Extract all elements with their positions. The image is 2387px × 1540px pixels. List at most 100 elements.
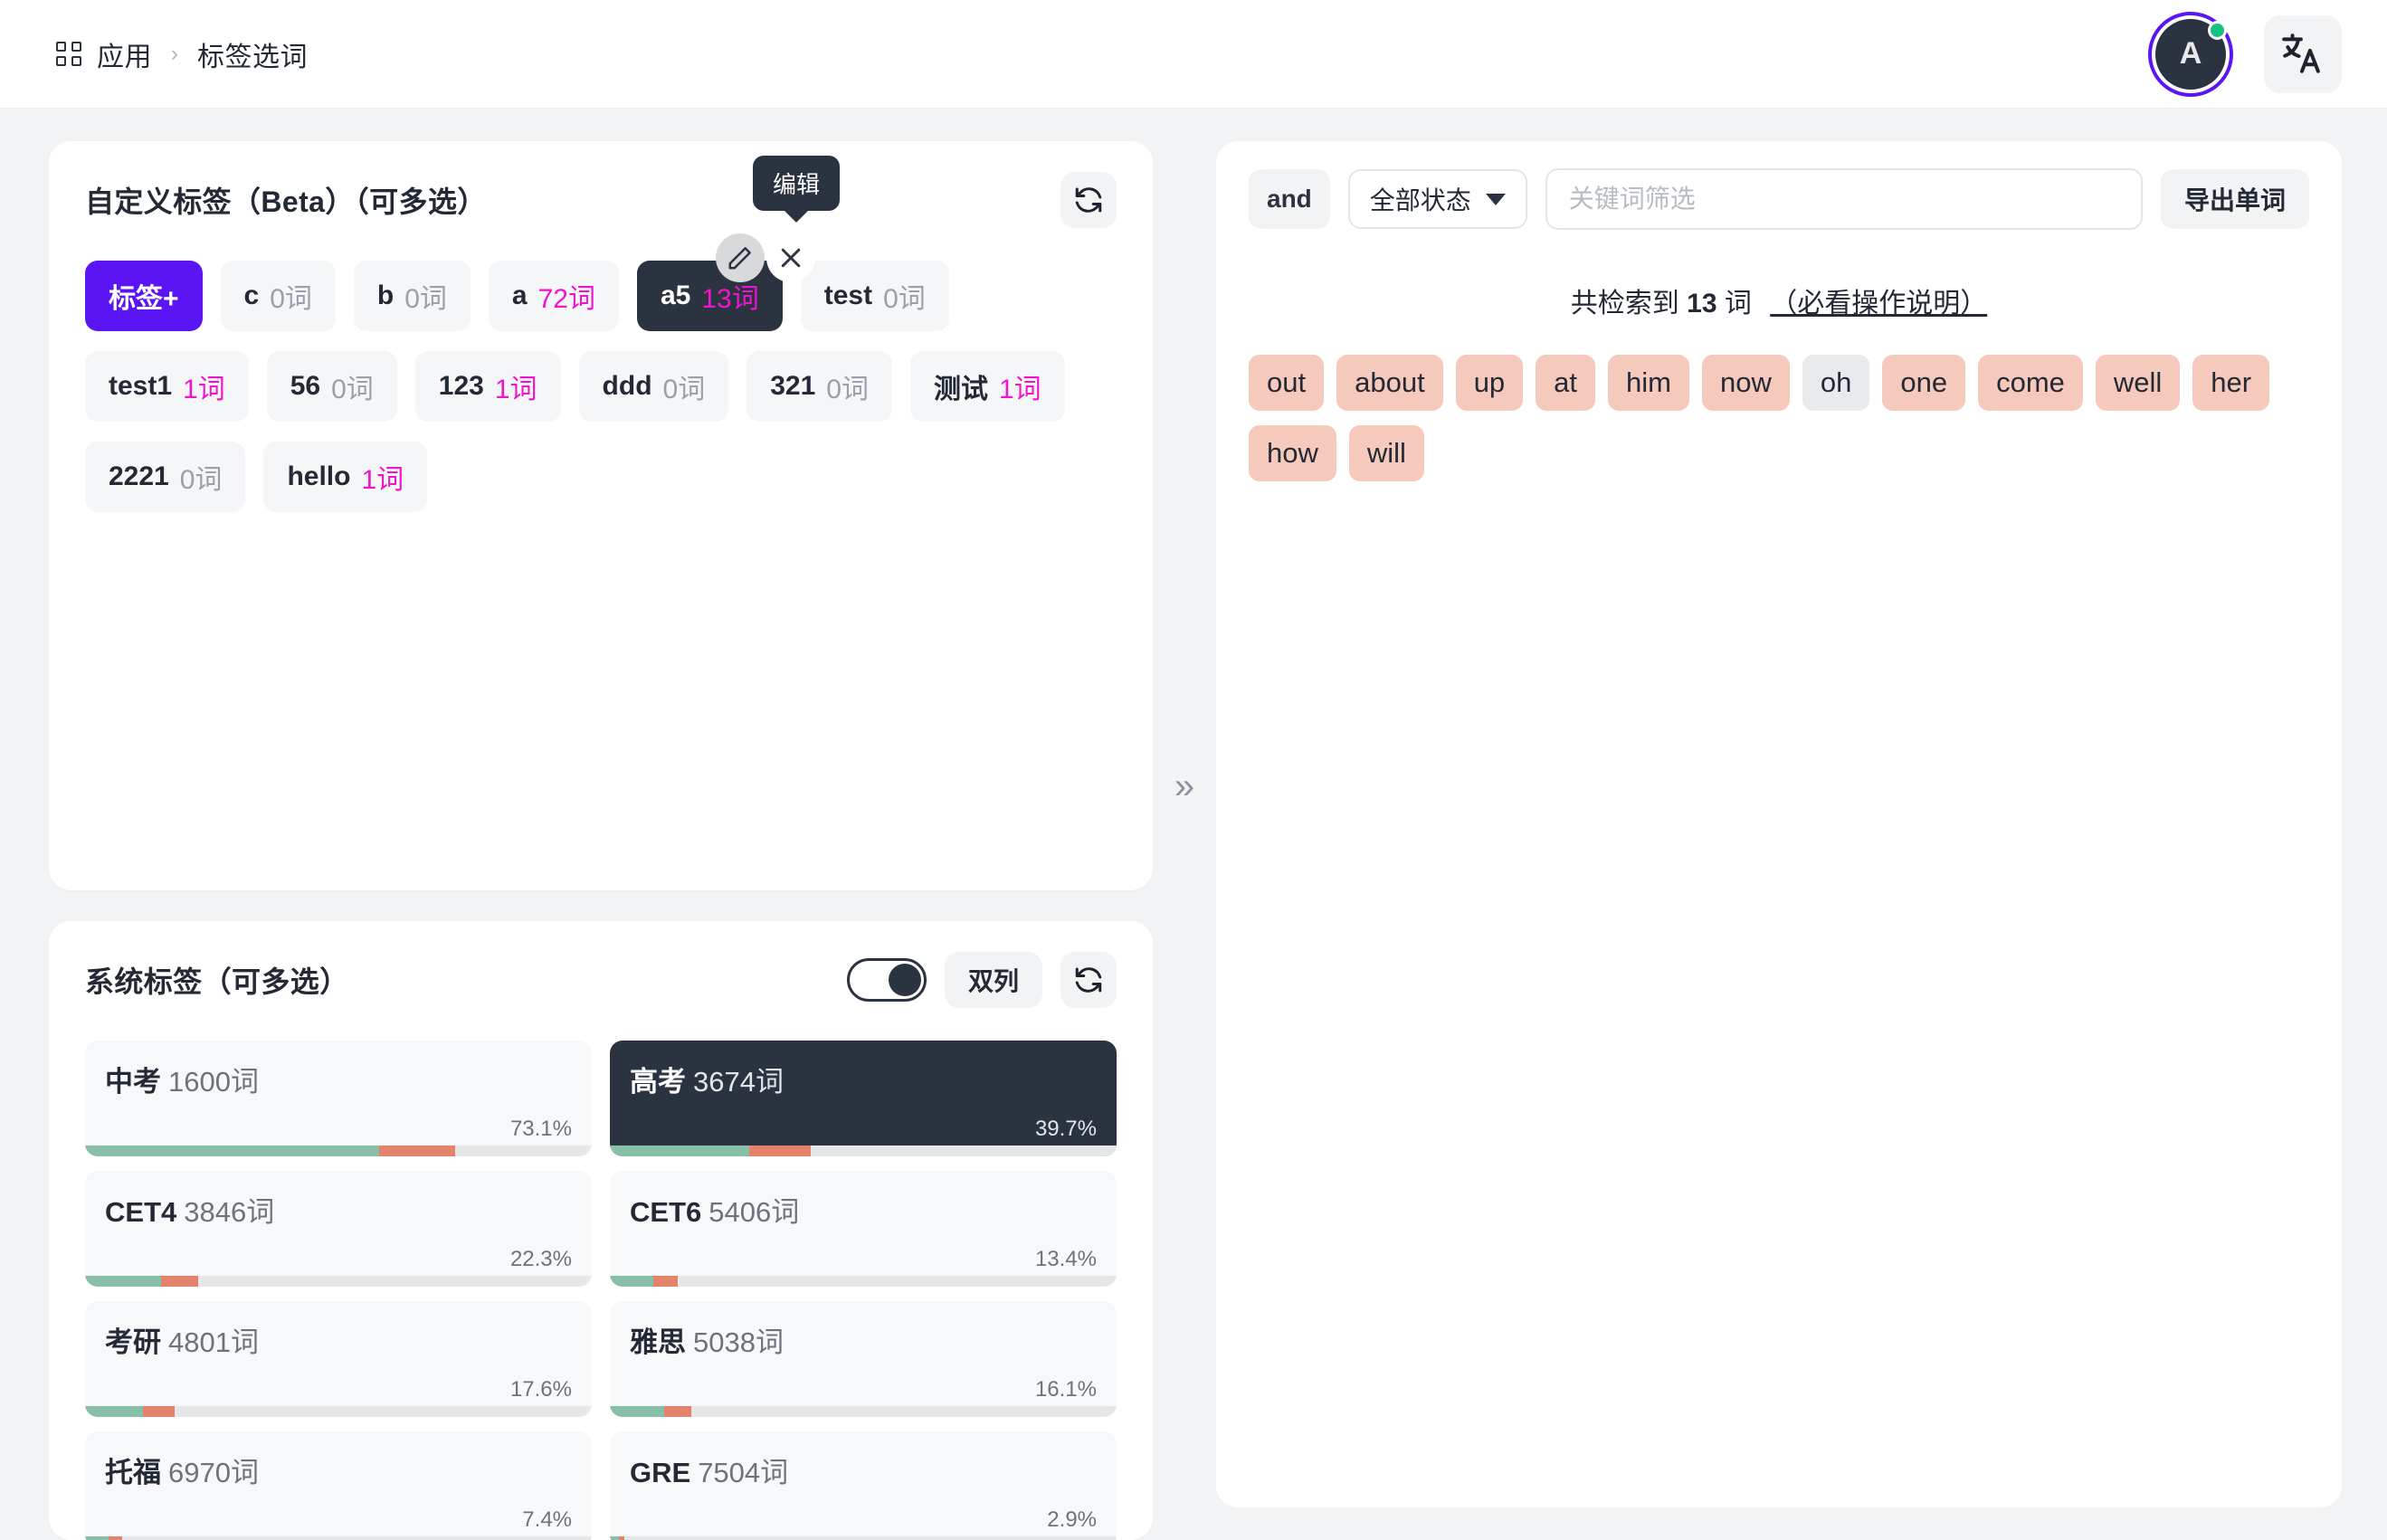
custom-tag-56[interactable]: 56 0词 bbox=[266, 351, 397, 422]
custom-tag-a[interactable]: a 72词 bbox=[488, 261, 619, 331]
word-chip[interactable]: well bbox=[2095, 355, 2181, 411]
word-chip[interactable]: at bbox=[1536, 355, 1596, 411]
dual-column-toggle[interactable] bbox=[846, 958, 927, 1002]
delete-tag-button[interactable] bbox=[766, 233, 815, 282]
system-tag-CET6[interactable]: CET6 5406词 13.4% bbox=[610, 1171, 1117, 1287]
system-tag-progress-bar bbox=[610, 1536, 1117, 1540]
custom-tag-count: 1词 bbox=[998, 375, 1041, 404]
word-chip[interactable]: now bbox=[1701, 355, 1790, 411]
word-chip[interactable]: come bbox=[1978, 355, 2083, 411]
grid-icon[interactable] bbox=[56, 41, 81, 67]
result-prefix: 共检索到 bbox=[1570, 289, 1679, 318]
progress-segment-learning bbox=[143, 1406, 175, 1417]
result-summary: 共检索到 13 词 （必看操作说明） bbox=[1249, 280, 2309, 320]
system-tag-托福[interactable]: 托福 6970词 7.4% bbox=[85, 1431, 592, 1540]
results-panel: and 全部状态 导出单词 共检索到 13 词 （必看操作说明） outabou… bbox=[1216, 141, 2342, 1507]
word-chip[interactable]: out bbox=[1249, 355, 1325, 411]
progress-segment-learning bbox=[749, 1145, 812, 1156]
system-tag-progress-bar bbox=[85, 1276, 592, 1287]
system-tag-name: 托福 bbox=[105, 1457, 161, 1488]
word-chip[interactable]: her bbox=[2192, 355, 2270, 411]
language-switch-button[interactable] bbox=[2264, 14, 2342, 93]
dual-column-label[interactable]: 双列 bbox=[944, 952, 1042, 1008]
system-tag-percent: 7.4% bbox=[522, 1507, 572, 1532]
system-tag-count: 5038词 bbox=[693, 1326, 784, 1358]
custom-tag-test[interactable]: test 0词 bbox=[800, 261, 949, 331]
system-tag-count: 6970词 bbox=[168, 1457, 259, 1488]
breadcrumb-separator: › bbox=[171, 41, 178, 66]
filter-row: and 全部状态 导出单词 bbox=[1249, 168, 2309, 230]
word-chip[interactable]: about bbox=[1336, 355, 1443, 411]
custom-tag-count: 72词 bbox=[537, 284, 595, 314]
custom-tag-name: 123 bbox=[438, 371, 484, 401]
system-tag-name: CET4 bbox=[105, 1196, 177, 1228]
custom-tag-name: c bbox=[243, 280, 260, 310]
custom-tag-count: 0词 bbox=[179, 465, 223, 495]
system-tag-progress-bar bbox=[85, 1145, 592, 1156]
custom-tag-c[interactable]: c 0词 bbox=[220, 261, 336, 331]
system-tag-heading: CET6 5406词 bbox=[630, 1189, 1097, 1230]
system-tag-heading: 考研 4801词 bbox=[105, 1319, 572, 1360]
export-words-button[interactable]: 导出单词 bbox=[2160, 169, 2309, 229]
custom-tag-count: 1词 bbox=[361, 465, 404, 495]
word-chip[interactable]: will bbox=[1348, 425, 1424, 481]
progress-segment-known bbox=[85, 1276, 161, 1287]
system-tag-grid: 中考 1600词 73.1% 高考 3674词 39.7% CET4 3846词 22.3% CE… bbox=[85, 1041, 1117, 1540]
custom-tag-name: b bbox=[376, 280, 395, 310]
tag-actions bbox=[715, 233, 815, 282]
custom-tag-ddd[interactable]: ddd 0词 bbox=[578, 351, 729, 422]
word-chip[interactable]: oh bbox=[1802, 355, 1870, 411]
system-tag-count: 4801词 bbox=[168, 1326, 259, 1358]
custom-tag-list: 标签+ c 0词 b 0词 a 72词 a5 13词 test 0词 test1 1词 56 0词 123 1… bbox=[85, 233, 1117, 512]
custom-tag-b[interactable]: b 0词 bbox=[353, 261, 471, 331]
word-chip[interactable]: how bbox=[1249, 425, 1336, 481]
custom-tags-header: 自定义标签（Beta）（可多选） 编辑 bbox=[85, 156, 1117, 228]
system-tag-heading: CET4 3846词 bbox=[105, 1189, 572, 1230]
word-chip[interactable]: up bbox=[1455, 355, 1524, 411]
word-chip[interactable]: him bbox=[1608, 355, 1689, 411]
custom-tag-name: a5 bbox=[660, 280, 691, 310]
custom-tag-测试[interactable]: 测试 1词 bbox=[909, 351, 1065, 422]
add-tag-button[interactable]: 标签+ bbox=[85, 261, 203, 331]
keyword-filter-input[interactable] bbox=[1545, 168, 2143, 230]
topbar-actions: A bbox=[2148, 11, 2342, 97]
custom-tag-321[interactable]: 321 0词 bbox=[747, 351, 892, 422]
system-tag-GRE[interactable]: GRE 7504词 2.9% bbox=[610, 1431, 1117, 1540]
custom-tag-test1[interactable]: test1 1词 bbox=[85, 351, 249, 422]
custom-tag-count: 0词 bbox=[270, 284, 312, 314]
custom-tag-count: 0词 bbox=[404, 284, 447, 314]
right-column: and 全部状态 导出单词 共检索到 13 词 （必看操作说明） outabou… bbox=[1216, 141, 2342, 1540]
system-tag-高考[interactable]: 高考 3674词 39.7% bbox=[610, 1041, 1117, 1156]
chevron-double-right-icon: » bbox=[1174, 766, 1195, 806]
word-chip[interactable]: one bbox=[1882, 355, 1966, 411]
custom-tag-hello[interactable]: hello 1词 bbox=[263, 442, 428, 512]
custom-tag-123[interactable]: 123 1词 bbox=[414, 351, 561, 422]
system-tag-CET4[interactable]: CET4 3846词 22.3% bbox=[85, 1171, 592, 1287]
and-operator-chip[interactable]: and bbox=[1249, 169, 1330, 229]
system-tag-count: 5406词 bbox=[708, 1196, 800, 1228]
system-tag-雅思[interactable]: 雅思 5038词 16.1% bbox=[610, 1301, 1117, 1417]
status-select[interactable]: 全部状态 bbox=[1347, 169, 1527, 229]
refresh-system-tags-button[interactable] bbox=[1060, 952, 1117, 1008]
custom-tag-name: 56 bbox=[290, 371, 321, 401]
progress-segment-learning bbox=[161, 1276, 198, 1287]
system-tags-tools: 双列 bbox=[846, 952, 1117, 1008]
instructions-link[interactable]: （必看操作说明） bbox=[1770, 289, 1987, 318]
refresh-custom-tags-button[interactable] bbox=[1060, 172, 1117, 228]
custom-tag-a5[interactable]: a5 13词 bbox=[636, 233, 815, 331]
custom-tag-name: 2221 bbox=[109, 461, 169, 491]
panel-collapse-handle[interactable]: » bbox=[1153, 141, 1216, 1540]
edit-tag-button[interactable] bbox=[715, 233, 765, 282]
system-tag-count: 1600词 bbox=[168, 1066, 259, 1098]
system-tag-name: 雅思 bbox=[630, 1326, 686, 1358]
breadcrumb-item-app[interactable]: 应用 bbox=[97, 34, 152, 74]
avatar[interactable]: A bbox=[2148, 11, 2233, 97]
system-tag-progress-bar bbox=[85, 1406, 592, 1417]
system-tag-percent: 2.9% bbox=[1047, 1507, 1097, 1532]
custom-tag-count: 0词 bbox=[331, 375, 374, 404]
system-tag-考研[interactable]: 考研 4801词 17.6% bbox=[85, 1301, 592, 1417]
breadcrumb-item-current: 标签选词 bbox=[197, 42, 308, 72]
custom-tag-2221[interactable]: 2221 0词 bbox=[85, 442, 246, 512]
word-chip-list: out about up at him now oh one come well her how wil… bbox=[1249, 355, 2309, 481]
system-tag-中考[interactable]: 中考 1600词 73.1% bbox=[85, 1041, 592, 1156]
